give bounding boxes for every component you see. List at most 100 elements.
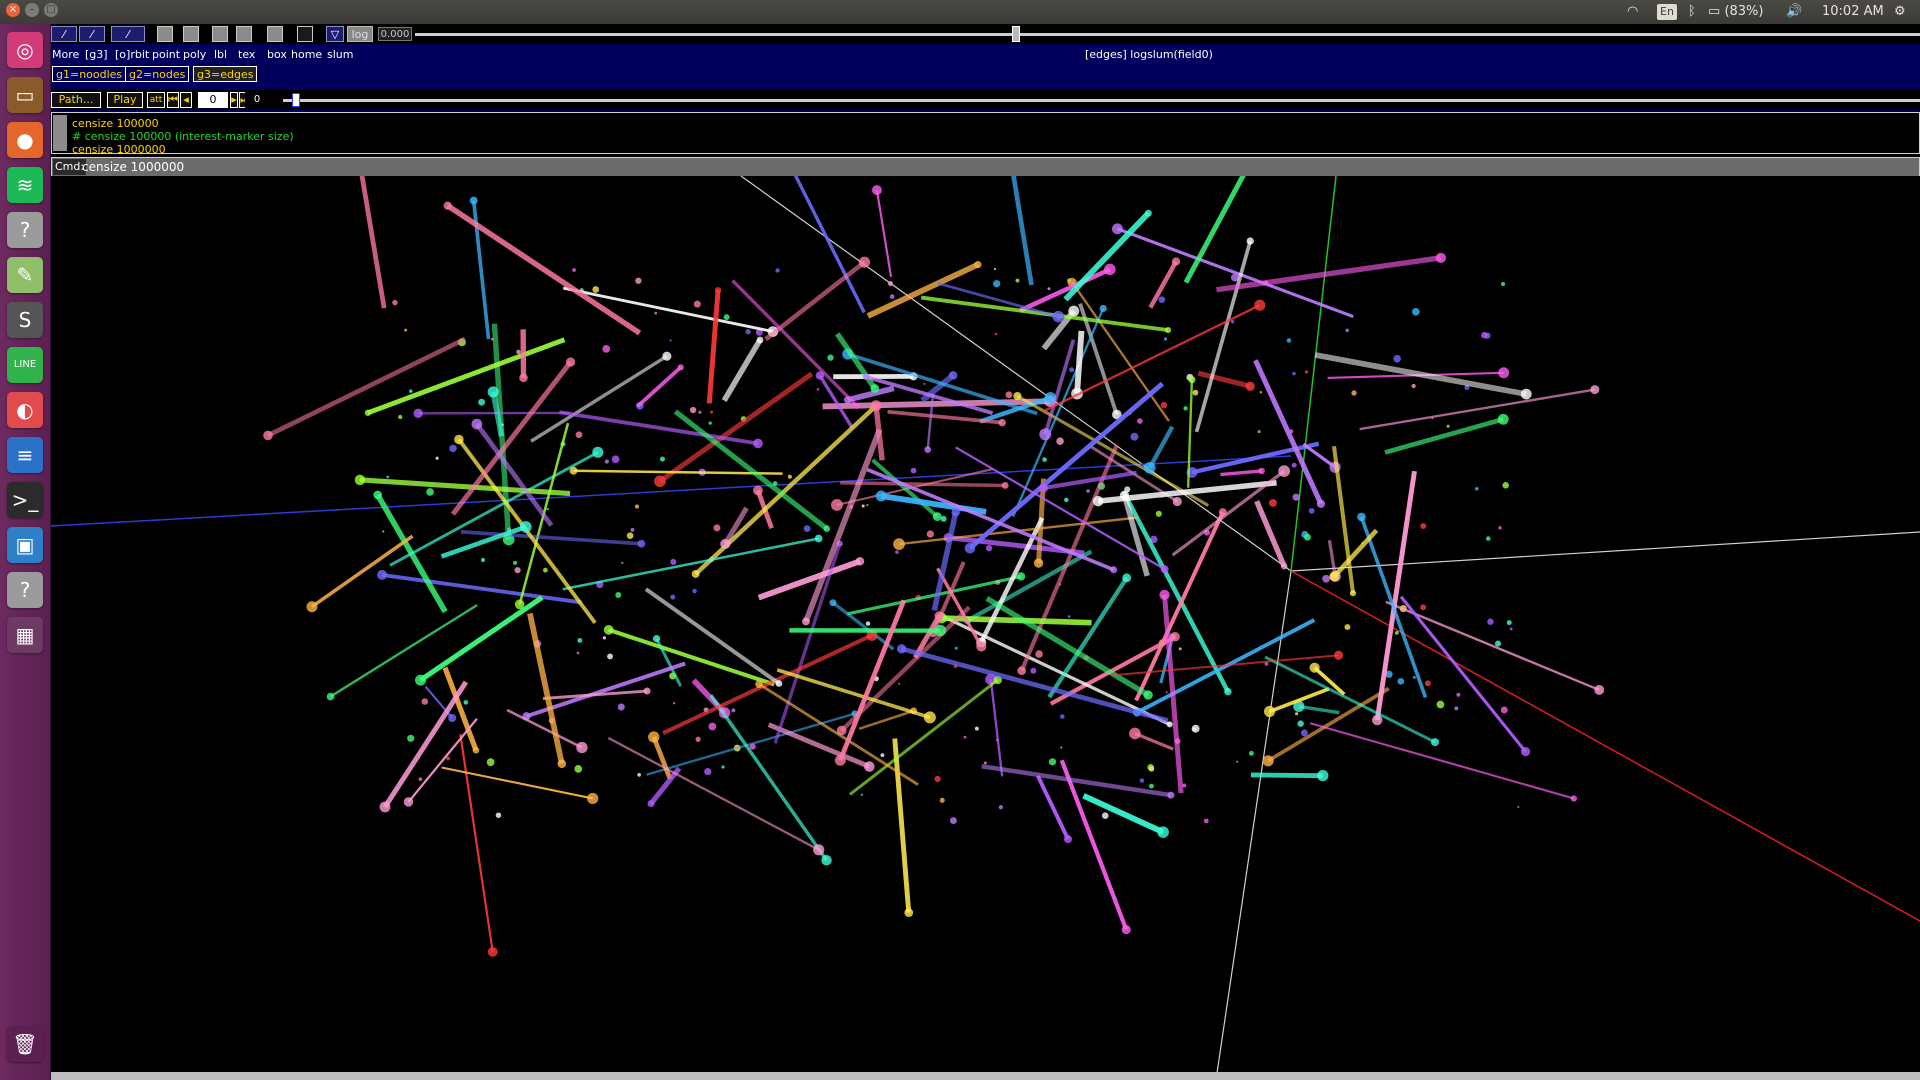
edge-end-marker [565, 357, 576, 367]
prev-frame-icon[interactable]: ◂ [180, 92, 192, 108]
command-input[interactable]: censize 1000000 [82, 159, 184, 175]
virtualbox-icon[interactable]: ▣ [7, 527, 43, 563]
value-slider-track[interactable] [415, 33, 1920, 36]
play-button[interactable]: Play [107, 92, 143, 108]
wifi-icon[interactable]: ◠ [1627, 2, 1638, 22]
bluetooth-icon[interactable]: ᛒ [1688, 2, 1696, 22]
next-frame-icon[interactable]: ▸ [230, 92, 238, 108]
node-dot [1163, 337, 1168, 341]
node-dot [1295, 712, 1299, 716]
maximize-window-button[interactable]: □ [44, 3, 58, 17]
clock[interactable]: 10:02 AM [1822, 2, 1884, 22]
more-button[interactable]: ⁄ [51, 26, 77, 42]
close-window-button[interactable]: × [6, 3, 20, 17]
node-dot [1042, 457, 1047, 462]
bottom-scrollbar[interactable] [51, 1072, 1920, 1080]
edge-end-marker [1349, 590, 1357, 597]
edge-end-marker [964, 542, 976, 554]
spotify-icon[interactable]: ≋ [7, 167, 43, 203]
gear-icon[interactable]: ⚙ [1894, 2, 1906, 22]
log-toggle[interactable]: log [347, 26, 373, 42]
edge-end-marker [415, 674, 427, 686]
node-dot [486, 758, 495, 767]
home-toggle[interactable] [297, 26, 313, 42]
sublime-icon[interactable]: S [7, 302, 43, 338]
3d-viewport[interactable] [51, 176, 1920, 1080]
battery-indicator[interactable]: ▭ (83%) [1708, 2, 1763, 22]
point-toggle[interactable] [157, 26, 173, 42]
writer-icon[interactable]: ≡ [7, 437, 43, 473]
presentation-icon[interactable]: ◐ [7, 392, 43, 428]
edge-end-marker [1172, 496, 1182, 507]
edge-end-marker [403, 797, 414, 807]
lbl-toggle[interactable] [212, 26, 228, 42]
first-frame-icon[interactable]: ⏮ [167, 92, 179, 108]
workspace-switcher-icon[interactable]: ▦ [7, 617, 43, 653]
att-button[interactable]: att [147, 92, 165, 108]
trash-icon[interactable]: 🗑 [7, 1026, 43, 1062]
edge-end-marker [1112, 223, 1123, 235]
edge-end-marker [1052, 310, 1065, 323]
node-dot [721, 765, 725, 769]
frame-count: 0 [245, 92, 269, 108]
node-dot [689, 406, 697, 414]
node-dot [934, 775, 941, 783]
edge-end-marker [576, 741, 588, 754]
label-tex: tex [238, 48, 256, 61]
volume-icon[interactable]: 🔊 [1786, 2, 1802, 22]
path-button[interactable]: Path... [51, 92, 101, 108]
tex-toggle[interactable] [236, 26, 252, 42]
group-button[interactable]: ⁄ [79, 26, 105, 42]
poly-toggle[interactable] [183, 26, 199, 42]
edge-end-marker [677, 364, 684, 371]
group-button-g1[interactable]: g1=noodles [52, 66, 127, 82]
edge-end-marker [1333, 650, 1344, 660]
frame-input[interactable]: 0 [198, 92, 228, 108]
line-icon[interactable]: LINE [7, 347, 43, 383]
node-dot [1259, 391, 1263, 394]
node-dot [513, 560, 518, 565]
console-scrollbar[interactable] [53, 115, 67, 151]
unknown-app-2-icon[interactable]: ? [7, 572, 43, 608]
edge-end-marker [1167, 791, 1175, 799]
language-indicator[interactable]: En [1657, 4, 1677, 20]
node-dot [1059, 714, 1065, 719]
edge-end-marker [1498, 367, 1510, 379]
edge-end-marker [862, 373, 869, 380]
node-dot [1069, 367, 1075, 373]
edge-line [527, 612, 565, 765]
node-dot [1308, 507, 1315, 514]
time-slider-track[interactable] [283, 99, 1920, 102]
ubuntu-dash-icon[interactable]: ◎ [7, 32, 43, 68]
orbit-button[interactable]: ⁄ [111, 26, 145, 42]
text-editor-icon[interactable]: ✎ [7, 257, 43, 293]
node-dot [1456, 692, 1461, 697]
minimize-window-button[interactable]: – [25, 3, 39, 17]
edge-end-marker [1164, 327, 1172, 334]
group-button-g3[interactable]: g3=edges [193, 66, 258, 82]
value-field[interactable]: 0.000 [378, 27, 412, 41]
firefox-icon[interactable]: ● [7, 122, 43, 158]
edge-end-marker [932, 512, 942, 522]
unknown-app-icon[interactable]: ? [7, 212, 43, 248]
node-dot [1517, 805, 1520, 809]
edge-line [646, 712, 856, 776]
terminal-icon[interactable]: >_ [7, 482, 43, 518]
box-toggle[interactable] [267, 26, 283, 42]
node-dot [1500, 706, 1508, 714]
time-slider-thumb[interactable] [292, 93, 300, 107]
node-dot [398, 414, 403, 420]
label-group: [g3] [85, 48, 108, 61]
edge-end-marker [1157, 826, 1169, 838]
edge-line [873, 405, 885, 461]
slum-dropdown-icon[interactable]: ▽ [326, 26, 344, 42]
edge-line [1147, 425, 1175, 469]
files-icon[interactable]: ▭ [7, 77, 43, 113]
value-slider-thumb[interactable] [1012, 26, 1020, 42]
node-dot [1393, 354, 1401, 363]
node-dot [708, 722, 717, 731]
group-button-g2[interactable]: g2=nodes [125, 66, 190, 82]
node-dot [574, 765, 583, 773]
node-dot [575, 431, 583, 439]
edge-line [1074, 330, 1085, 394]
